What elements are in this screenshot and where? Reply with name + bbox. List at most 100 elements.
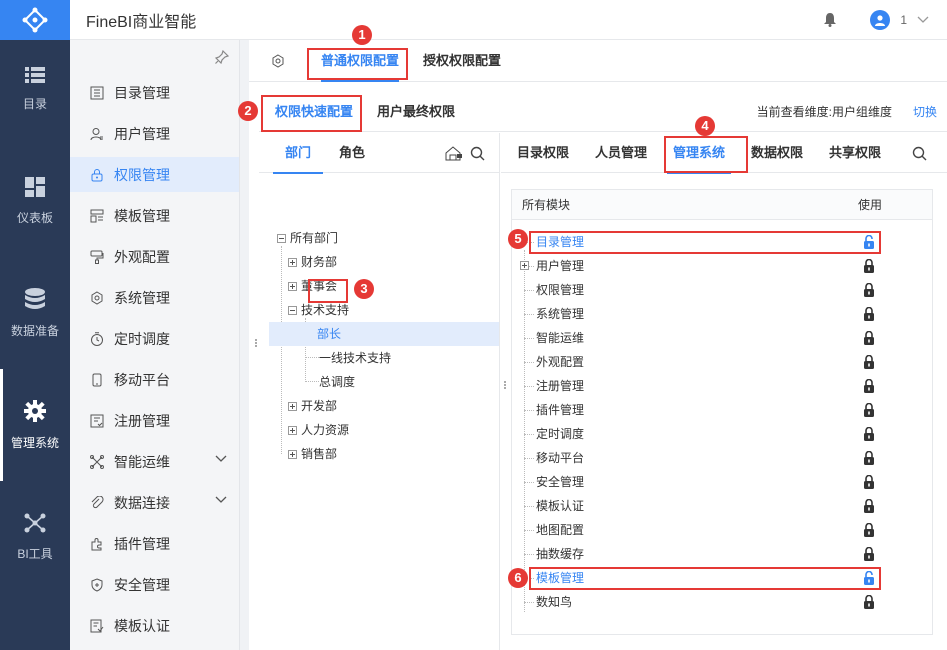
lock-icon[interactable]: [863, 595, 875, 609]
lock-icon[interactable]: [863, 283, 875, 297]
splitter-handle[interactable]: [502, 380, 508, 394]
tab-department[interactable]: 部门: [272, 133, 324, 174]
module-row[interactable]: 抽数缓存: [512, 542, 932, 566]
tree-node-all-departments[interactable]: 所有部门: [277, 226, 338, 250]
sidebar-item-ops[interactable]: 智能运维: [70, 444, 239, 479]
sidebar-item-system[interactable]: 系统管理: [70, 280, 239, 315]
app-title: FineBI商业智能: [86, 13, 197, 31]
chevron-down-icon[interactable]: [215, 496, 227, 504]
sidebar-item-users[interactable]: 用户管理: [70, 116, 239, 151]
module-row[interactable]: 权限管理: [512, 278, 932, 302]
sidebar-item-templates[interactable]: 模板管理: [70, 198, 239, 233]
lock-icon[interactable]: [863, 355, 875, 369]
rail-label: 管理系统: [10, 435, 59, 450]
lock-icon[interactable]: [863, 259, 875, 273]
tree-node-frontline-support[interactable]: 一线技术支持: [319, 346, 391, 370]
lock-icon[interactable]: [863, 331, 875, 345]
expand-icon[interactable]: [288, 257, 297, 267]
sidebar-item-mobile[interactable]: 移动平台: [70, 362, 239, 397]
module-row[interactable]: 数知鸟: [512, 590, 932, 614]
avatar[interactable]: [870, 10, 891, 30]
tools-icon: [24, 513, 46, 532]
module-row[interactable]: 插件管理: [512, 398, 932, 422]
module-row[interactable]: 安全管理: [512, 470, 932, 494]
sidebar-item-permissions[interactable]: 权限管理: [70, 157, 239, 192]
module-label: 外观配置: [536, 355, 585, 369]
dimension-text: 当前查看维度:用户组维度: [756, 105, 892, 119]
sidebar-item-appearance[interactable]: 外观配置: [70, 239, 239, 274]
rail-item-dashboard[interactable]: 仪表板: [0, 145, 70, 257]
table-header: 所有模块 使用: [512, 190, 932, 220]
bell-icon[interactable]: [824, 13, 837, 27]
expand-icon[interactable]: [288, 401, 297, 411]
lock-icon[interactable]: [863, 379, 875, 393]
expand-icon[interactable]: [288, 281, 297, 291]
module-row[interactable]: 智能运维: [512, 326, 932, 350]
tree-node-sales[interactable]: 销售部: [288, 442, 337, 466]
collapse-icon[interactable]: [288, 305, 297, 315]
module-row[interactable]: 用户管理: [512, 254, 932, 278]
sidebar-item-register[interactable]: 注册管理: [70, 403, 239, 438]
sidebar-item-security[interactable]: 安全管理: [70, 567, 239, 602]
module-row[interactable]: 系统管理: [512, 302, 932, 326]
chevron-down-icon[interactable]: [215, 455, 227, 463]
sidebar-item-data-connection[interactable]: 数据连接: [70, 485, 239, 520]
gear-icon[interactable]: [271, 54, 285, 68]
module-row[interactable]: 地图配置: [512, 518, 932, 542]
splitter-handle[interactable]: [253, 338, 259, 352]
lock-icon[interactable]: [863, 307, 875, 321]
chevron-down-icon[interactable]: [917, 16, 929, 24]
module-row[interactable]: 外观配置: [512, 350, 932, 374]
sidebar-item-catalog[interactable]: 目录管理: [70, 75, 239, 110]
lock-icon[interactable]: [863, 499, 875, 513]
module-row[interactable]: 注册管理: [512, 374, 932, 398]
tree-node-finance[interactable]: 财务部: [288, 250, 337, 274]
module-row[interactable]: 移动平台: [512, 446, 932, 470]
module-label: 模板认证: [536, 499, 585, 513]
user-name[interactable]: 1: [900, 13, 907, 27]
lock-icon[interactable]: [863, 523, 875, 537]
expand-icon[interactable]: [288, 449, 297, 459]
lock-icon[interactable]: [863, 475, 875, 489]
sidebar-item-certification[interactable]: 模板认证: [70, 608, 239, 643]
module-row[interactable]: 模板认证: [512, 494, 932, 518]
tree-node-hr[interactable]: 人力资源: [288, 418, 349, 442]
collapse-icon[interactable]: [277, 233, 286, 243]
gear-icon: [24, 399, 46, 422]
lock-icon[interactable]: [863, 427, 875, 441]
search-icon[interactable]: [912, 146, 927, 161]
tab-role[interactable]: 角色: [339, 133, 365, 173]
sidebar-item-schedule[interactable]: 定时调度: [70, 321, 239, 356]
tree-node-dispatch[interactable]: 总调度: [319, 370, 355, 394]
annotation-marker: 6: [508, 568, 528, 588]
module-label: 注册管理: [536, 379, 585, 393]
logo-icon: [22, 7, 48, 33]
pin-icon[interactable]: [215, 50, 229, 64]
tab-data-permission[interactable]: 数据权限: [751, 133, 803, 173]
expand-icon[interactable]: [288, 425, 297, 435]
tab-share-permission[interactable]: 共享权限: [829, 133, 881, 173]
tab-grant-permission[interactable]: 授权权限配置: [423, 40, 501, 82]
lock-icon[interactable]: [863, 403, 875, 417]
timer-icon: [91, 331, 103, 346]
lock-icon[interactable]: [863, 547, 875, 561]
module-label: 权限管理: [536, 283, 585, 297]
tree-node-dev[interactable]: 开发部: [288, 394, 337, 418]
sidebar-item-plugins[interactable]: 插件管理: [70, 526, 239, 561]
tree-node-director[interactable]: 部长: [317, 322, 341, 346]
tab-staff-management[interactable]: 人员管理: [595, 133, 647, 173]
tab-catalog-permission[interactable]: 目录权限: [517, 133, 569, 173]
rail-item-management[interactable]: 管理系统: [0, 369, 70, 481]
rail-item-bi-tools[interactable]: BI工具: [0, 481, 70, 593]
module-row[interactable]: 定时调度: [512, 422, 932, 446]
expand-icon[interactable]: [520, 261, 529, 270]
tab-final-permission[interactable]: 用户最终权限: [377, 92, 455, 132]
building-lock-icon[interactable]: [445, 146, 463, 161]
search-icon[interactable]: [470, 146, 485, 161]
rail-item-data-prep[interactable]: 数据准备: [0, 257, 70, 369]
lock-icon[interactable]: [863, 451, 875, 465]
rail-item-catalog[interactable]: 目录: [0, 33, 70, 145]
user-icon: [90, 127, 103, 140]
switch-link[interactable]: 切换: [913, 92, 937, 132]
shield-icon: [91, 577, 103, 592]
